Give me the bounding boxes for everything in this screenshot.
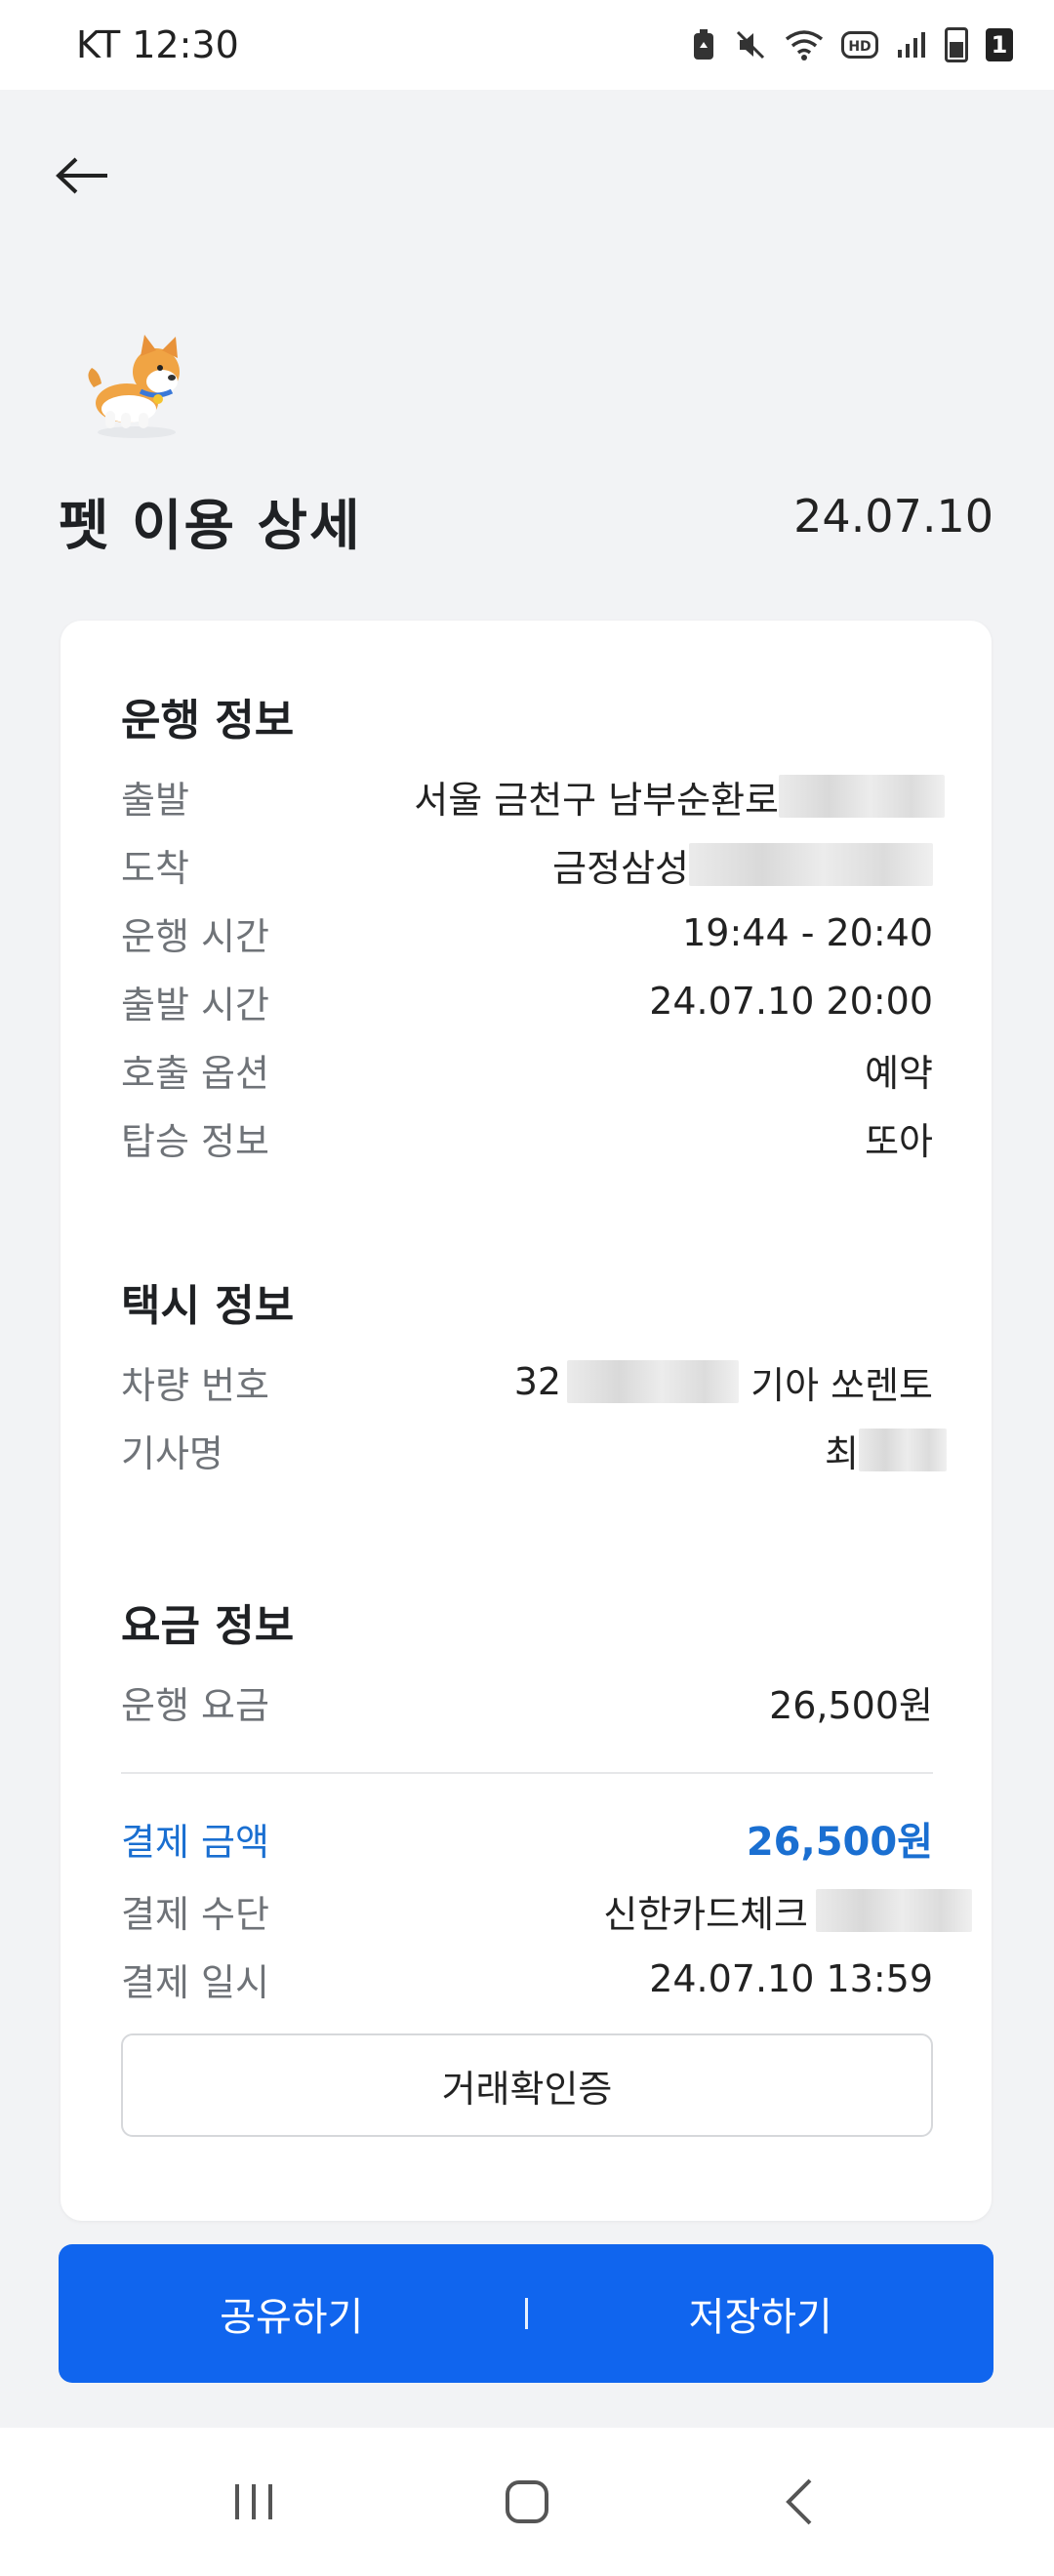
- section-title-ride-info: 운행 정보: [121, 696, 295, 745]
- redacted-block: [816, 1889, 972, 1932]
- row-value: 24.07.10 20:00: [649, 980, 933, 1023]
- row-label: 운행 시간: [121, 914, 269, 958]
- row-value: 19:44 - 20:40: [682, 911, 933, 954]
- row-driver-name: 기사명 최: [121, 1421, 947, 1479]
- battery-saver-icon: [691, 28, 716, 61]
- section-title-fare-info: 요금 정보: [121, 1601, 295, 1651]
- vehicle-model: 기아 쏘렌토: [750, 1363, 933, 1407]
- row-departure-time: 출발 시간 24.07.10 20:00: [121, 972, 933, 1030]
- section-title-taxi-info: 택시 정보: [121, 1281, 295, 1331]
- action-separator: [524, 2298, 528, 2329]
- row-label: 기사명: [121, 1431, 223, 1475]
- back-nav-button[interactable]: [761, 2463, 839, 2541]
- row-label: 차량 번호: [121, 1363, 269, 1407]
- share-button[interactable]: 공유하기: [59, 2285, 525, 2342]
- row-label: 호출 옵션: [121, 1051, 269, 1095]
- row-value: 32 기아 쏘렌토: [514, 1355, 933, 1409]
- row-payment-amount: 결제 금액 26,500원: [121, 1809, 933, 1868]
- departure-address: 서울 금천구 남부순환로: [414, 778, 779, 822]
- row-value: 예약: [865, 1051, 933, 1095]
- signal-icon: [896, 30, 927, 60]
- row-departure: 출발 서울 금천구 남부순환로: [121, 767, 945, 825]
- row-label: 결제 금액: [121, 1820, 269, 1864]
- status-bar: KT 12:30 HD 1: [0, 0, 1054, 90]
- arrow-left-icon: [56, 157, 107, 194]
- row-label: 결제 일시: [121, 1960, 269, 2004]
- row-payment-method: 결제 수단 신한카드체크: [121, 1881, 972, 1940]
- row-label: 도착: [121, 846, 189, 890]
- save-button[interactable]: 저장하기: [528, 2285, 994, 2342]
- row-label: 출발: [121, 778, 189, 822]
- row-fare: 운행 요금 26,500원: [121, 1672, 933, 1731]
- home-icon: [506, 2480, 548, 2523]
- divider: [121, 1772, 933, 1774]
- row-value: 신한카드체크: [603, 1884, 972, 1938]
- row-arrival: 도착 금정삼성: [121, 835, 933, 894]
- dog-mascot-icon: [88, 335, 180, 438]
- svg-text:HD: HD: [848, 39, 871, 55]
- recent-apps-button[interactable]: [215, 2463, 293, 2541]
- carrier-time: KT 12:30: [76, 23, 239, 66]
- row-value: 서울 금천구 남부순환로: [414, 770, 945, 824]
- transaction-receipt-button[interactable]: 거래확인증: [121, 2033, 933, 2137]
- row-vehicle-number: 차량 번호 32 기아 쏘렌토: [121, 1352, 933, 1411]
- sim-badge: 1: [986, 28, 1013, 61]
- row-value: 또아: [865, 1119, 933, 1163]
- row-value: 26,500원: [769, 1683, 933, 1727]
- hd-icon: HD: [841, 31, 878, 59]
- chevron-left-icon: [786, 2478, 812, 2525]
- row-ride-time: 운행 시간 19:44 - 20:40: [121, 904, 933, 962]
- back-button[interactable]: [53, 146, 111, 205]
- redacted-block: [567, 1360, 740, 1403]
- row-value: 26,500원: [746, 1820, 933, 1865]
- recent-apps-icon: [235, 2484, 272, 2519]
- row-call-option: 호출 옵션 예약: [121, 1040, 933, 1099]
- row-label: 탑승 정보: [121, 1119, 269, 1163]
- page-title: 펫 이용 상세: [59, 495, 362, 558]
- mute-icon: [734, 28, 767, 61]
- row-label: 출발 시간: [121, 983, 269, 1026]
- page-date: 24.07.10: [793, 490, 993, 543]
- status-icons: HD 1: [691, 27, 1013, 62]
- detail-card: 운행 정보 출발 서울 금천구 남부순환로 도착 금정삼성 운행 시간 19:4…: [61, 621, 992, 2221]
- row-value: 24.07.10 13:59: [649, 1957, 933, 2000]
- row-boarding-info: 탑승 정보 또아: [121, 1108, 933, 1167]
- battery-icon: [945, 27, 968, 62]
- action-bar: 공유하기 저장하기: [59, 2244, 993, 2383]
- vehicle-number-prefix: 32: [513, 1360, 562, 1403]
- row-label: 결제 수단: [121, 1892, 269, 1936]
- redacted-block: [859, 1429, 947, 1471]
- arrival-address: 금정삼성: [552, 846, 689, 890]
- redacted-block: [689, 843, 933, 886]
- payment-method: 신한카드체크: [603, 1892, 808, 1936]
- row-value: 최: [825, 1424, 947, 1477]
- row-payment-datetime: 결제 일시 24.07.10 13:59: [121, 1950, 933, 2008]
- driver-name: 최: [825, 1431, 859, 1475]
- wifi-icon: [785, 29, 824, 60]
- row-label: 운행 요금: [121, 1683, 269, 1727]
- system-nav-bar: [0, 2428, 1054, 2576]
- row-value: 금정삼성: [552, 838, 933, 892]
- home-button[interactable]: [488, 2463, 566, 2541]
- redacted-block: [779, 775, 945, 818]
